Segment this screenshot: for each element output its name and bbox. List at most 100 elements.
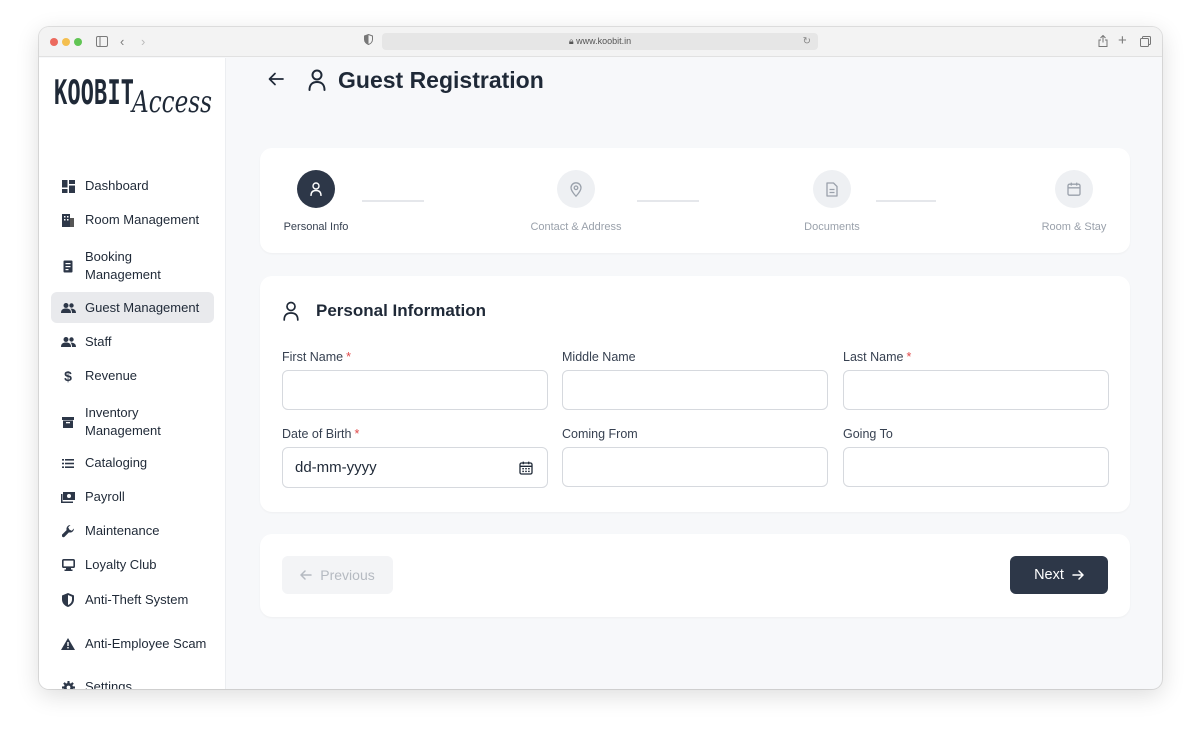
share-icon[interactable]: [1098, 35, 1108, 47]
building-icon: [51, 213, 85, 227]
sidebar-item-settings[interactable]: Settings: [51, 675, 214, 689]
svg-text:KOOBIT: KOOBIT: [54, 73, 134, 113]
coming-from-label: Coming From: [562, 427, 638, 441]
document-icon: [826, 181, 838, 197]
staff-icon: [51, 337, 85, 347]
step-contact-address[interactable]: Contact & Address: [526, 170, 626, 233]
sidebar-item-anti-employee-scam[interactable]: Anti-Employee Scam: [51, 622, 214, 666]
privacy-shield-icon: [364, 34, 373, 45]
date-of-birth-input[interactable]: [282, 447, 548, 488]
list-icon: [51, 458, 85, 468]
sidebar-item-label: Anti-Theft System: [85, 592, 189, 607]
coming-from-input[interactable]: [562, 447, 828, 487]
previous-button[interactable]: Previous: [282, 556, 393, 594]
calendar-icon[interactable]: [519, 461, 533, 475]
arrow-left-icon: [300, 570, 313, 580]
page-title: Guest Registration: [338, 67, 544, 93]
step-connector: [637, 200, 699, 202]
main-content: Guest Registration Personal Info Contact…: [227, 58, 1162, 689]
date-of-birth-label: Date of Birth *: [282, 427, 360, 441]
url-text: www.koobit.in: [576, 36, 632, 46]
personal-information-card: Personal Information First Name * Middle …: [260, 276, 1130, 512]
sidebar-item-label: Inventory Management: [85, 405, 161, 438]
chevron-right-icon[interactable]: ›: [141, 34, 145, 50]
middle-name-input[interactable]: [562, 370, 828, 410]
sidebar-item-label: Payroll: [85, 489, 125, 504]
sidebar-item-label: Loyalty Club: [85, 557, 157, 572]
booking-icon: [51, 260, 85, 273]
step-documents[interactable]: Documents: [792, 170, 872, 233]
step-indicator: [297, 170, 335, 208]
inventory-icon: [51, 416, 85, 428]
step-personal-info[interactable]: Personal Info: [282, 170, 350, 233]
minimize-window-button[interactable]: [62, 38, 70, 46]
user-icon: [310, 182, 322, 196]
address-bar[interactable]: 🔒︎ www.koobit.in ↻: [382, 33, 818, 50]
first-name-label: First Name *: [282, 350, 351, 364]
sidebar: KOOBIT Access Dashboard Room Management …: [39, 58, 226, 689]
step-label: Contact & Address: [530, 221, 622, 233]
sidebar-item-room-management[interactable]: Room Management: [51, 208, 214, 232]
close-window-button[interactable]: [50, 38, 58, 46]
next-button-label: Next: [1034, 567, 1064, 583]
sidebar-item-anti-theft-system[interactable]: Anti-Theft System: [51, 588, 214, 612]
previous-button-label: Previous: [320, 567, 375, 583]
sidebar-item-payroll[interactable]: Payroll: [51, 485, 214, 509]
required-marker: *: [906, 350, 912, 364]
calendar-icon: [1067, 182, 1081, 196]
sidebar-item-inventory-management[interactable]: Inventory Management: [51, 400, 214, 444]
shield-icon: [51, 593, 85, 607]
step-label: Personal Info: [283, 221, 349, 233]
sidebar-item-label: Settings: [85, 679, 132, 689]
step-room-stay[interactable]: Room & Stay: [1038, 170, 1110, 233]
maximize-window-button[interactable]: [74, 38, 82, 46]
back-arrow-icon[interactable]: [268, 72, 284, 86]
sidebar-item-booking-management[interactable]: Booking Management: [51, 244, 214, 288]
step-indicator: [557, 170, 595, 208]
sidebar-item-loyalty-club[interactable]: Loyalty Club: [51, 553, 214, 577]
sidebar-item-label: Cataloging: [85, 455, 148, 470]
warning-icon: [51, 638, 85, 650]
lock-icon: 🔒︎: [568, 36, 574, 46]
payroll-icon: [51, 491, 85, 503]
browser-window: ‹ › 🔒︎ www.koobit.in ↻ + KOOBIT Access D…: [39, 27, 1162, 689]
sidebar-item-cataloging[interactable]: Cataloging: [51, 451, 214, 475]
sidebar-item-label: Booking Management: [85, 249, 161, 282]
sidebar-item-label: Anti-Employee Scam: [85, 636, 207, 651]
reload-icon[interactable]: ↻: [803, 33, 811, 50]
dollar-icon: $: [64, 368, 72, 384]
tabs-overview-icon[interactable]: [1140, 36, 1151, 47]
step-connector: [876, 200, 936, 202]
first-name-input[interactable]: [282, 370, 548, 410]
sidebar-item-maintenance[interactable]: Maintenance: [51, 519, 214, 543]
wrench-icon: [51, 524, 85, 538]
arrow-right-icon: [1072, 570, 1084, 580]
sidebar-item-label: Guest Management: [85, 299, 200, 315]
dashboard-icon: [51, 179, 85, 193]
middle-name-label: Middle Name: [562, 350, 636, 364]
user-icon: [308, 69, 326, 91]
monitor-icon: [51, 559, 85, 571]
sidebar-item-staff[interactable]: Staff: [51, 330, 214, 354]
sidebar-item-dashboard[interactable]: Dashboard: [51, 174, 214, 198]
browser-titlebar: ‹ › 🔒︎ www.koobit.in ↻ +: [39, 27, 1162, 57]
required-marker: *: [346, 350, 351, 364]
step-connector: [362, 200, 424, 202]
next-button[interactable]: Next: [1010, 556, 1108, 594]
location-icon: [570, 181, 582, 197]
sidebar-item-label: Staff: [85, 334, 112, 349]
chevron-left-icon[interactable]: ‹: [120, 34, 124, 50]
koobit-access-logo: KOOBIT Access: [54, 73, 212, 118]
step-label: Room & Stay: [1041, 221, 1107, 233]
sidebar-item-guest-management[interactable]: Guest Management: [51, 292, 214, 323]
step-indicator: [1055, 170, 1093, 208]
svg-text:Access: Access: [130, 85, 212, 118]
required-marker: *: [354, 427, 360, 441]
new-tab-icon[interactable]: +: [1118, 33, 1127, 49]
last-name-input[interactable]: [843, 370, 1109, 410]
sidebar-item-label: Maintenance: [85, 523, 160, 538]
sidebar-item-label: Revenue: [85, 368, 138, 383]
sidebar-item-revenue[interactable]: $ Revenue: [51, 364, 214, 388]
going-to-input[interactable]: [843, 447, 1109, 487]
sidebar-toggle-icon[interactable]: [96, 36, 108, 47]
